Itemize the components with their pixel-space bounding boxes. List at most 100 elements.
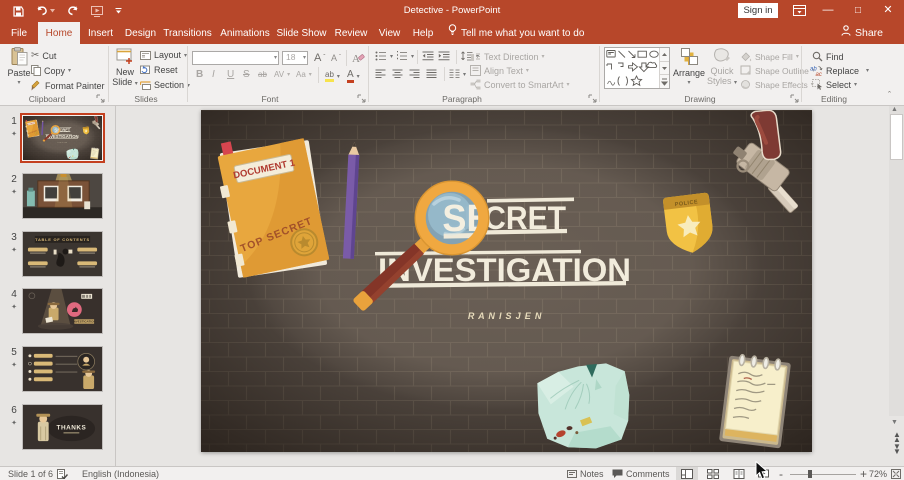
convert-smartart-button[interactable]: Convert to SmartArt▾ xyxy=(470,79,570,90)
drawing-dialog-launcher[interactable] xyxy=(790,94,799,103)
decrease-font-size-button[interactable]: Aˇ xyxy=(331,53,341,63)
minimize-button[interactable]: — xyxy=(817,0,839,22)
zoom-level[interactable]: 72% xyxy=(869,467,887,480)
justify-button[interactable] xyxy=(426,69,437,79)
increase-indent-button[interactable] xyxy=(438,51,450,61)
scroll-up-icon[interactable]: ▲ xyxy=(891,106,898,113)
clear-formatting-button[interactable]: A xyxy=(352,52,365,64)
italic-button[interactable]: I xyxy=(212,69,215,80)
slide-thumbnail-2[interactable] xyxy=(22,173,103,219)
text-direction-button[interactable]: Text Direction▾ xyxy=(470,51,545,62)
text-shadow-button[interactable]: ab xyxy=(258,70,267,79)
maximize-button[interactable]: □ xyxy=(847,0,869,22)
slide-thumbnail-5[interactable] xyxy=(22,346,103,392)
tab-animations[interactable]: Animations xyxy=(217,22,273,44)
notes-button[interactable]: Notes xyxy=(580,467,604,480)
paste-dropdown[interactable]: ▾ xyxy=(5,78,33,88)
slide-editor-area[interactable]: DOCUMENT 1 TOP SECRET xyxy=(117,106,904,466)
replace-button[interactable]: abacReplace▾ xyxy=(810,65,869,76)
tab-transitions[interactable]: Transitions xyxy=(160,22,215,44)
underline-button[interactable]: U xyxy=(227,69,234,80)
vertical-scrollbar[interactable]: ▲ ▼ ▲▲ ▼▼ xyxy=(886,106,904,466)
numbering-button[interactable]: ▾ xyxy=(396,51,414,61)
tab-insert[interactable]: Insert xyxy=(84,22,117,44)
align-text-button[interactable]: Align Text▾ xyxy=(470,65,529,76)
tell-me-label: Tell me what you want to do xyxy=(461,22,584,45)
fit-to-window-icon[interactable] xyxy=(891,469,901,480)
align-center-button[interactable] xyxy=(392,69,403,79)
reading-view-button[interactable] xyxy=(728,467,750,480)
tab-file[interactable]: File xyxy=(6,22,32,44)
change-case-button[interactable]: Aa▾ xyxy=(296,70,312,79)
align-right-button[interactable] xyxy=(409,69,420,79)
font-name-combo[interactable]: ▾ xyxy=(192,51,279,65)
clipboard-dialog-launcher[interactable] xyxy=(96,94,105,103)
slide-4-animation-star: ✦ xyxy=(8,303,20,311)
section-button[interactable]: Section▾ xyxy=(140,80,190,90)
tell-me-box[interactable]: Tell me what you want to do xyxy=(448,22,584,44)
align-left-button[interactable] xyxy=(375,69,386,79)
select-button[interactable]: Select▾ xyxy=(812,79,857,90)
shape-effects-button[interactable]: Shape Effects▾ xyxy=(740,79,814,90)
slide-canvas[interactable]: DOCUMENT 1 TOP SECRET xyxy=(201,110,812,452)
normal-view-button[interactable] xyxy=(676,467,698,480)
spell-check-icon[interactable] xyxy=(57,469,68,480)
tab-home[interactable]: Home xyxy=(38,22,80,44)
scroll-down-icon[interactable]: ▼ xyxy=(891,419,898,426)
previous-slide-button[interactable]: ▲▲ xyxy=(893,432,901,442)
slide-thumbnail-6[interactable]: THANKS xyxy=(22,404,103,450)
reset-button[interactable]: Reset xyxy=(140,65,178,75)
font-color-button[interactable]: A▾ xyxy=(347,69,360,83)
slide-thumbnail-4[interactable]: INVESTIGATION xyxy=(22,288,103,334)
increase-font-size-button[interactable]: Aˆ xyxy=(314,52,325,64)
highlight-color-button[interactable]: ab▾ xyxy=(325,70,340,82)
next-slide-button[interactable]: ▼▼ xyxy=(893,444,901,454)
shape-outline-button[interactable]: Shape Outline▾ xyxy=(740,65,815,76)
shape-outline-icon xyxy=(740,65,752,76)
font-size-combo[interactable]: 18▾ xyxy=(282,51,308,65)
strikethrough-button[interactable]: S xyxy=(243,69,250,80)
tab-slide-show[interactable]: Slide Show xyxy=(273,22,330,44)
columns-button[interactable]: ▾ xyxy=(449,69,466,79)
quick-styles-button[interactable]: Quick Styles ▾ xyxy=(706,47,738,88)
tab-view[interactable]: View xyxy=(374,22,405,44)
layout-button[interactable]: Layout▾ xyxy=(140,50,187,60)
comments-button[interactable]: Comments xyxy=(626,467,670,480)
zoom-out-button[interactable]: - xyxy=(779,467,783,480)
character-spacing-button[interactable]: AV▾ xyxy=(274,70,290,79)
scrollbar-thumb[interactable] xyxy=(890,114,903,160)
slide-sorter-view-button[interactable] xyxy=(702,467,724,480)
subtitle-text: R A N I S J E N xyxy=(468,311,542,321)
zoom-slider-track[interactable] xyxy=(790,474,856,475)
shape-fill-button[interactable]: Shape Fill▾ xyxy=(740,51,799,62)
shapes-gallery[interactable] xyxy=(604,47,670,89)
close-button[interactable]: ✕ xyxy=(877,0,899,22)
ribbon-display-options-icon[interactable] xyxy=(793,4,806,22)
bullets-button[interactable]: ▾ xyxy=(375,51,393,61)
slide-counter[interactable]: Slide 1 of 6 xyxy=(8,467,53,480)
tab-review[interactable]: Review xyxy=(332,22,370,44)
find-button[interactable]: Find xyxy=(812,51,844,62)
shapes-scroll[interactable] xyxy=(659,48,669,88)
cut-button[interactable]: ✂Cut xyxy=(31,50,56,61)
zoom-slider-thumb[interactable] xyxy=(808,470,812,478)
zoom-in-button[interactable]: + xyxy=(860,467,867,480)
font-dialog-launcher[interactable] xyxy=(357,94,366,103)
slide-thumbnail-1[interactable] xyxy=(22,115,103,161)
copy-button[interactable]: Copy▾ xyxy=(31,65,71,76)
slide-thumbnail-3[interactable]: TABLE OF CONTENTS xyxy=(22,231,103,277)
collapse-ribbon-icon[interactable]: ˆ xyxy=(888,90,891,100)
paragraph-dialog-launcher[interactable] xyxy=(588,94,597,103)
sign-in-button[interactable]: Sign in xyxy=(738,3,778,18)
tab-help[interactable]: Help xyxy=(408,22,438,44)
slide-2-animation-star: ✦ xyxy=(8,188,20,196)
paste-button[interactable]: Paste ▾ xyxy=(5,47,33,88)
share-button[interactable]: Share xyxy=(841,22,883,44)
language-indicator[interactable]: English (Indonesia) xyxy=(82,467,159,480)
decrease-indent-button[interactable] xyxy=(422,51,434,61)
bold-button[interactable]: B xyxy=(196,69,203,80)
arrange-button[interactable]: Arrange ▾ xyxy=(673,47,705,88)
new-slide-button[interactable]: New Slide ▾ xyxy=(111,47,139,89)
format-painter-button[interactable]: Format Painter xyxy=(31,80,105,91)
tab-design[interactable]: Design xyxy=(121,22,160,44)
